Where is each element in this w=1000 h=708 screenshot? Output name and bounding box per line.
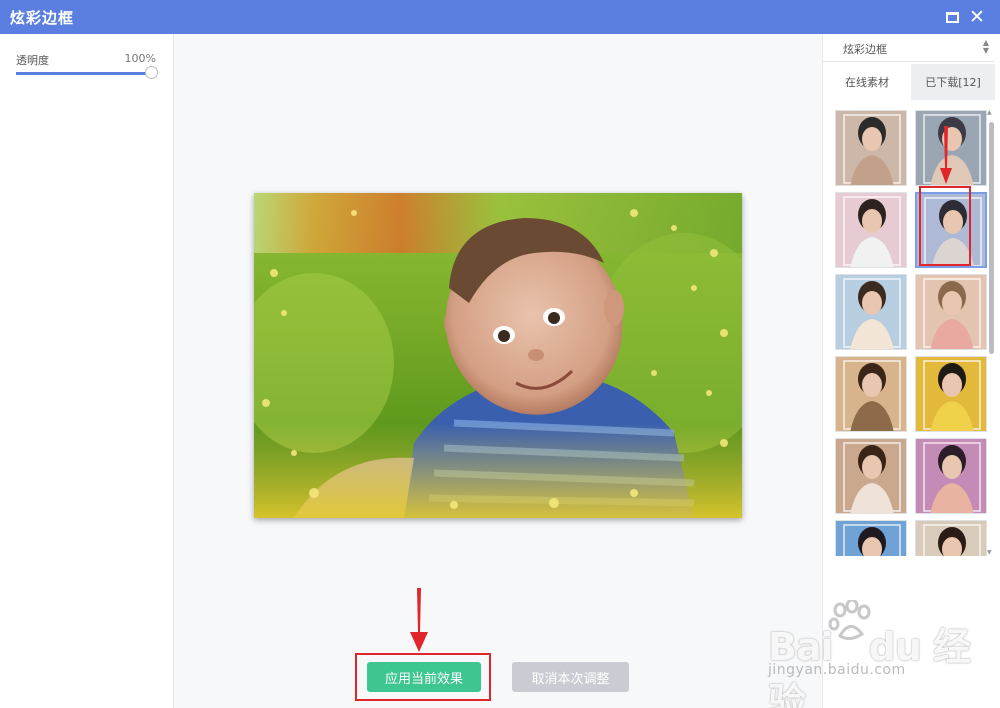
category-select-value: 炫彩边框 [843,43,887,56]
close-icon: ✕ [969,5,985,28]
frame-thumbnail[interactable] [835,192,907,268]
opacity-value: 100% [124,52,156,65]
opacity-slider-handle[interactable] [145,66,158,79]
frame-thumbnail[interactable] [915,274,987,350]
thumbnail-image [836,275,906,349]
frame-thumbnail[interactable] [915,356,987,432]
updown-caret-icon: ▲ ▼ [982,38,989,55]
category-select[interactable]: 炫彩边框 ▲ ▼ [823,34,995,62]
boy-photo-image [254,193,742,518]
tab-online-materials[interactable]: 在线素材 [823,64,911,100]
settings-panel: 透明度 100% [0,34,174,708]
opacity-slider-track[interactable] [16,72,152,75]
preview-photo [254,193,742,518]
red-arrow-down-icon [940,126,952,184]
red-arrow-icon [410,588,428,652]
thumbnail-image [836,357,906,431]
maximize-icon [945,11,959,23]
tab-downloaded[interactable]: 已下载[12] [911,64,995,100]
cancel-adjustment-button[interactable]: 取消本次调整 [512,662,629,692]
opacity-label: 透明度 [16,54,49,67]
frame-thumbnail[interactable] [835,520,907,556]
thumbnail-grid [835,110,987,556]
watermark-url: jingyan.baidu.com [768,662,906,678]
selected-thumbnail-highlight [919,186,971,266]
frame-thumbnail[interactable] [915,520,987,556]
thumbnail-scrollbar[interactable]: ▲ ▼ [987,110,995,556]
thumbnail-image [836,193,906,267]
preview-area: 应用当前效果 取消本次调整 [175,34,822,708]
apply-effect-button[interactable]: 应用当前效果 [367,662,481,692]
frame-thumbnail[interactable] [835,438,907,514]
scroll-up-icon[interactable]: ▲ [987,110,992,116]
thumbnail-image [836,521,906,556]
thumbnail-image [916,275,986,349]
thumbnail-image [836,111,906,185]
window-title: 炫彩边框 [10,9,75,27]
thumbnail-image [916,521,986,556]
thumbnail-image [916,439,986,513]
maximize-button[interactable] [941,6,963,28]
frame-thumbnail[interactable] [835,274,907,350]
frame-thumbnail[interactable] [915,438,987,514]
frame-thumbnail[interactable] [835,110,907,186]
opacity-slider-fill [16,72,152,75]
close-button[interactable]: ✕ [966,6,988,28]
baidu-jingyan-watermark: Bai du 经验 jingyan.baidu.com [768,600,988,708]
scroll-down-icon[interactable]: ▼ [987,550,992,556]
frame-thumbnail[interactable] [835,356,907,432]
title-bar: 炫彩边框 ✕ [0,0,1000,34]
thumbnail-image [916,357,986,431]
scrollbar-thumb[interactable] [989,122,994,354]
thumbnail-image [836,439,906,513]
